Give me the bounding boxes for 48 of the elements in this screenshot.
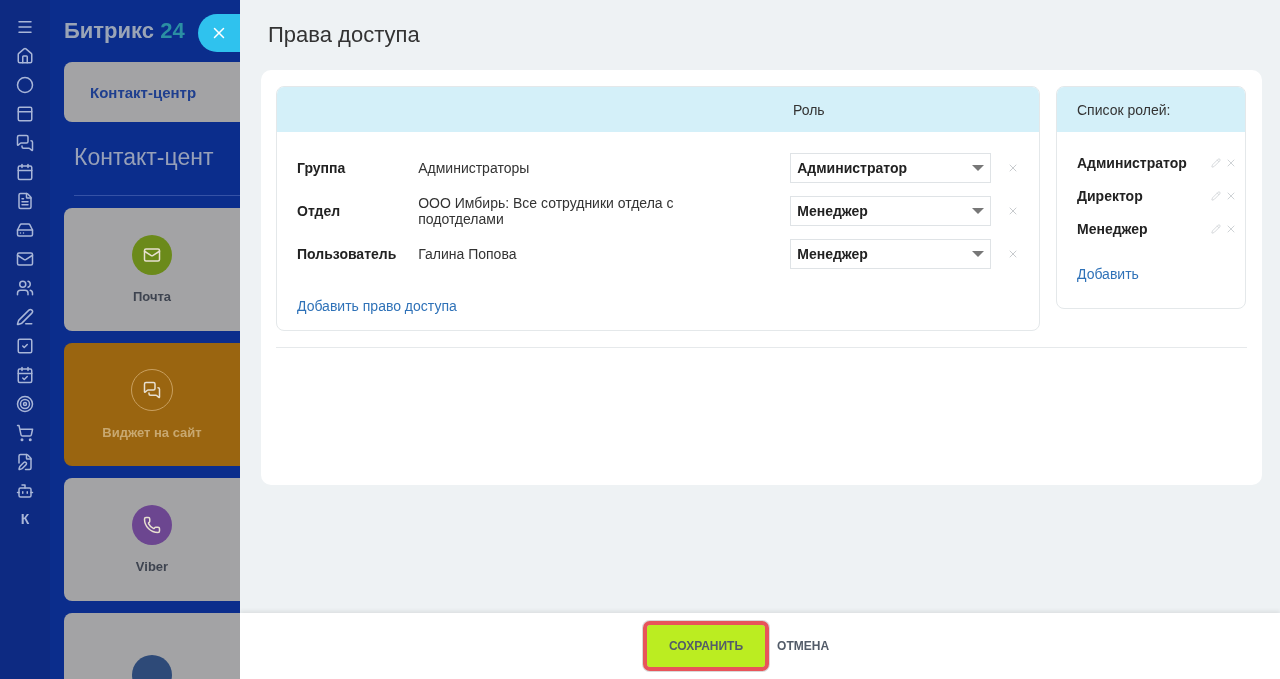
robot-icon[interactable] xyxy=(16,482,34,500)
cart-icon[interactable] xyxy=(16,424,34,442)
roles-title: Список ролей: xyxy=(1057,87,1245,132)
role-name: Менеджер xyxy=(1077,220,1149,237)
caret-icon xyxy=(972,250,984,257)
role-select[interactable]: Администратор xyxy=(790,152,991,183)
subject-name: ООО Имбирь: Все сотрудники отдела с подотделами xyxy=(418,194,675,227)
tile-label: Viber xyxy=(135,559,169,574)
edit-document-icon[interactable] xyxy=(16,453,34,471)
column-header: Роль xyxy=(793,101,825,118)
people-icon[interactable] xyxy=(16,279,34,297)
phone-icon xyxy=(132,505,172,545)
role-name: Директор xyxy=(1077,187,1144,204)
menu-icon[interactable] xyxy=(16,18,34,36)
document-icon[interactable] xyxy=(16,192,34,210)
cancel-button[interactable]: ОТМЕНА xyxy=(777,639,830,653)
caret-icon xyxy=(972,207,984,214)
mail-icon xyxy=(132,235,172,275)
signature-icon[interactable] xyxy=(16,308,34,326)
home-icon[interactable] xyxy=(16,47,34,65)
checkbox-icon[interactable] xyxy=(16,337,34,355)
user-initial[interactable]: К xyxy=(20,511,30,527)
tab[interactable]: Контакт-центр xyxy=(64,62,240,122)
mail-icon[interactable] xyxy=(16,250,34,268)
subject-name: Администраторы xyxy=(418,159,531,176)
chat-icon[interactable] xyxy=(16,134,34,152)
role-select[interactable]: Менеджер xyxy=(790,195,991,226)
drive-icon[interactable] xyxy=(16,221,34,239)
panel-title: Права доступа xyxy=(267,21,421,49)
channel-tile[interactable]: Почта xyxy=(64,208,240,331)
role-name: Администратор xyxy=(1077,154,1188,171)
caret-icon xyxy=(972,164,984,171)
add-access-link[interactable]: Добавить право доступа xyxy=(297,298,457,314)
calendar-icon[interactable] xyxy=(16,163,34,181)
role-select[interactable]: Менеджер xyxy=(790,238,991,269)
tile-label: Виджет на сайт xyxy=(102,425,202,440)
subject-type: Отдел xyxy=(297,202,342,219)
subject-type: Группа xyxy=(297,159,347,176)
schedule-icon[interactable] xyxy=(16,366,34,384)
window-icon[interactable] xyxy=(16,105,34,123)
subject-name: Галина Попова xyxy=(418,245,518,262)
add-role-link[interactable]: Добавить xyxy=(1077,266,1139,282)
channel-tile[interactable]: Viber xyxy=(64,478,240,601)
target-icon[interactable] xyxy=(16,395,34,413)
subject-type: Пользователь xyxy=(297,245,398,262)
close-button[interactable] xyxy=(198,14,240,52)
logo: Битрикс 24 xyxy=(64,18,185,44)
tile-label: Почта xyxy=(132,289,172,304)
